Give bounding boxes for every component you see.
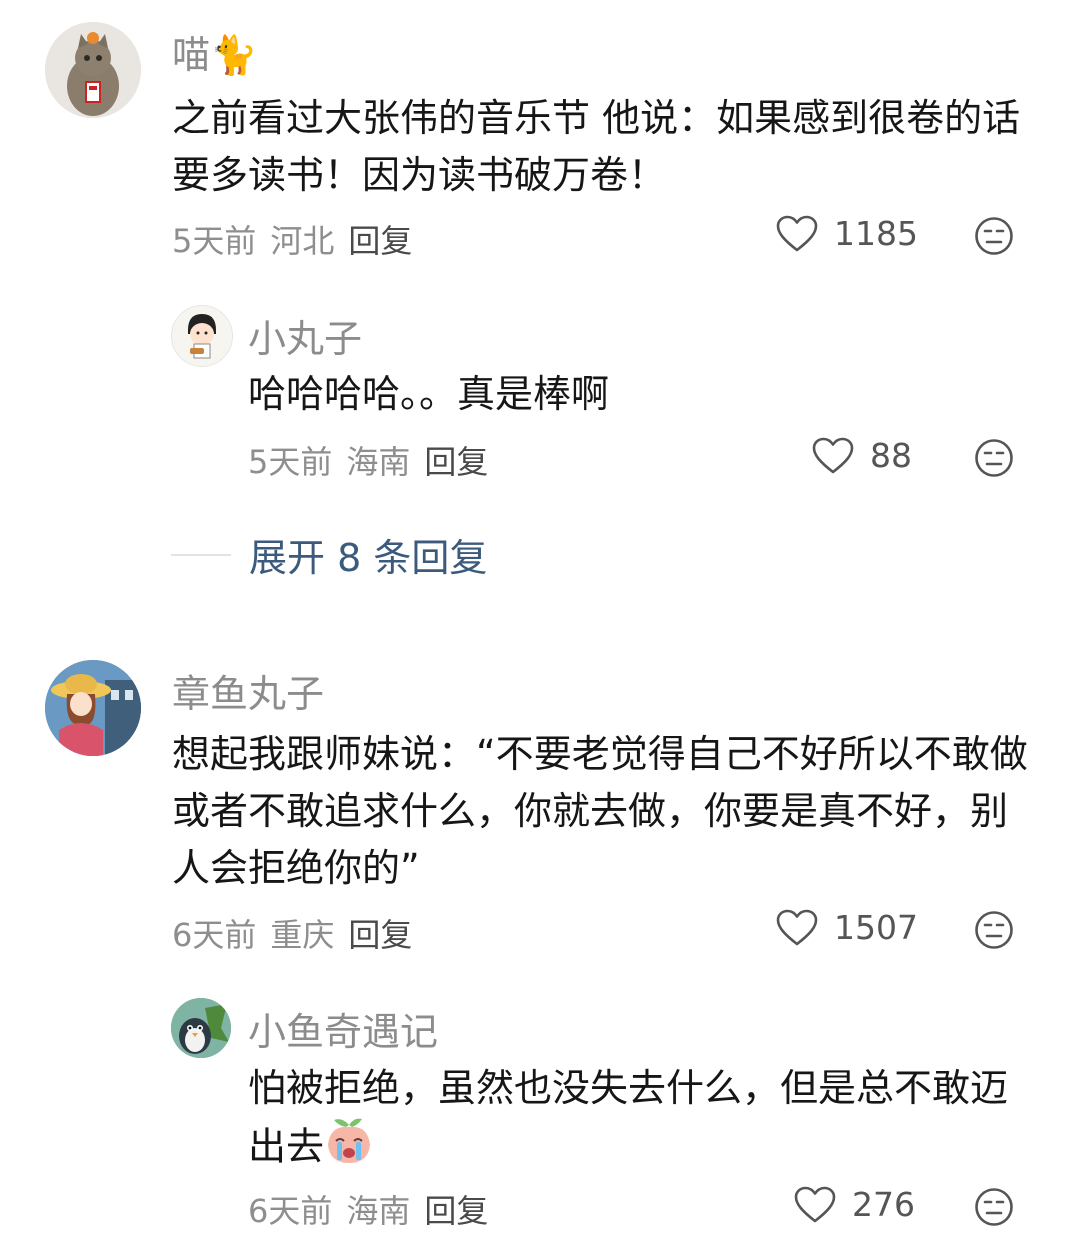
avatar[interactable] (171, 998, 231, 1058)
cartoon-girl-avatar-icon (172, 306, 232, 366)
unamused-face-icon (975, 217, 1013, 255)
comment-text: 想起我跟师妹说：“不要老觉得自己不好所以不敢做或者不敢追求什么，你就去做，你要是… (172, 732, 1028, 890)
avatar[interactable] (45, 22, 141, 118)
unamused-face-icon (975, 1188, 1013, 1226)
comment-time: 5天前 (172, 222, 257, 260)
comment-meta: 5天前 河北 回复 (172, 216, 426, 262)
reply-time: 6天前 (248, 1192, 333, 1230)
expand-replies-label: 展开 8 条回复 (249, 536, 488, 580)
reply-author[interactable]: 小丸子 (248, 308, 362, 363)
reply-location: 海南 (346, 443, 411, 481)
dislike-button[interactable] (974, 216, 1014, 260)
unamused-face-icon (975, 439, 1013, 477)
unamused-face-icon (975, 911, 1013, 949)
crying-peach-icon (328, 1118, 371, 1163)
heart-outline-icon (776, 215, 818, 251)
like-button[interactable]: 88 (812, 436, 912, 475)
comment-author[interactable]: 章鱼丸子 (172, 663, 324, 718)
reply-text: 哈哈哈哈。。真是棒啊 (248, 372, 610, 416)
comment-time: 6天前 (172, 916, 257, 954)
divider (171, 553, 231, 556)
dislike-button[interactable] (974, 1187, 1014, 1231)
avatar[interactable] (45, 660, 141, 756)
reply-author[interactable]: 小鱼奇遇记 (248, 1001, 438, 1056)
reply-meta: 6天前 海南 回复 (248, 1186, 502, 1232)
like-count: 1185 (834, 214, 918, 253)
reply-meta: 5天前 海南 回复 (248, 437, 502, 483)
heart-outline-icon (776, 909, 818, 945)
comment-meta: 6天前 重庆 回复 (172, 910, 426, 956)
heart-outline-icon (794, 1186, 836, 1222)
reply-button[interactable]: 回复 (348, 222, 412, 260)
comment-text: 之前看过大张伟的音乐节 他说：如果感到很卷的话 要多读书！因为读书破万卷！ (172, 96, 1021, 197)
penguin-avatar-icon (171, 998, 231, 1058)
dislike-button[interactable] (974, 438, 1014, 482)
expand-replies-button[interactable]: 展开 8 条回复 (171, 527, 487, 582)
like-count: 1507 (834, 908, 918, 947)
dislike-button[interactable] (974, 910, 1014, 954)
reply-button[interactable]: 回复 (424, 443, 488, 481)
like-count: 88 (870, 436, 912, 475)
reply-location: 海南 (346, 1192, 411, 1230)
comment-location: 河北 (270, 222, 335, 260)
like-button[interactable]: 1185 (776, 214, 918, 253)
reply-time: 5天前 (248, 443, 333, 481)
crying-peach-sticker (324, 1117, 374, 1181)
like-button[interactable]: 1507 (776, 908, 918, 947)
like-count: 276 (852, 1185, 915, 1224)
anime-girl-avatar-icon (45, 660, 141, 756)
reply-button[interactable]: 回复 (424, 1192, 488, 1230)
reply-button[interactable]: 回复 (348, 916, 412, 954)
cat-avatar-icon (45, 22, 141, 118)
reply-text-block: 怕被拒绝，虽然也没失去什么，但是总不敢迈出去 (248, 1060, 1018, 1181)
comment-location: 重庆 (270, 916, 335, 954)
heart-outline-icon (812, 437, 854, 473)
avatar[interactable] (171, 305, 233, 367)
like-button[interactable]: 276 (794, 1185, 915, 1224)
comment-author[interactable]: 喵🐈 (172, 24, 257, 79)
